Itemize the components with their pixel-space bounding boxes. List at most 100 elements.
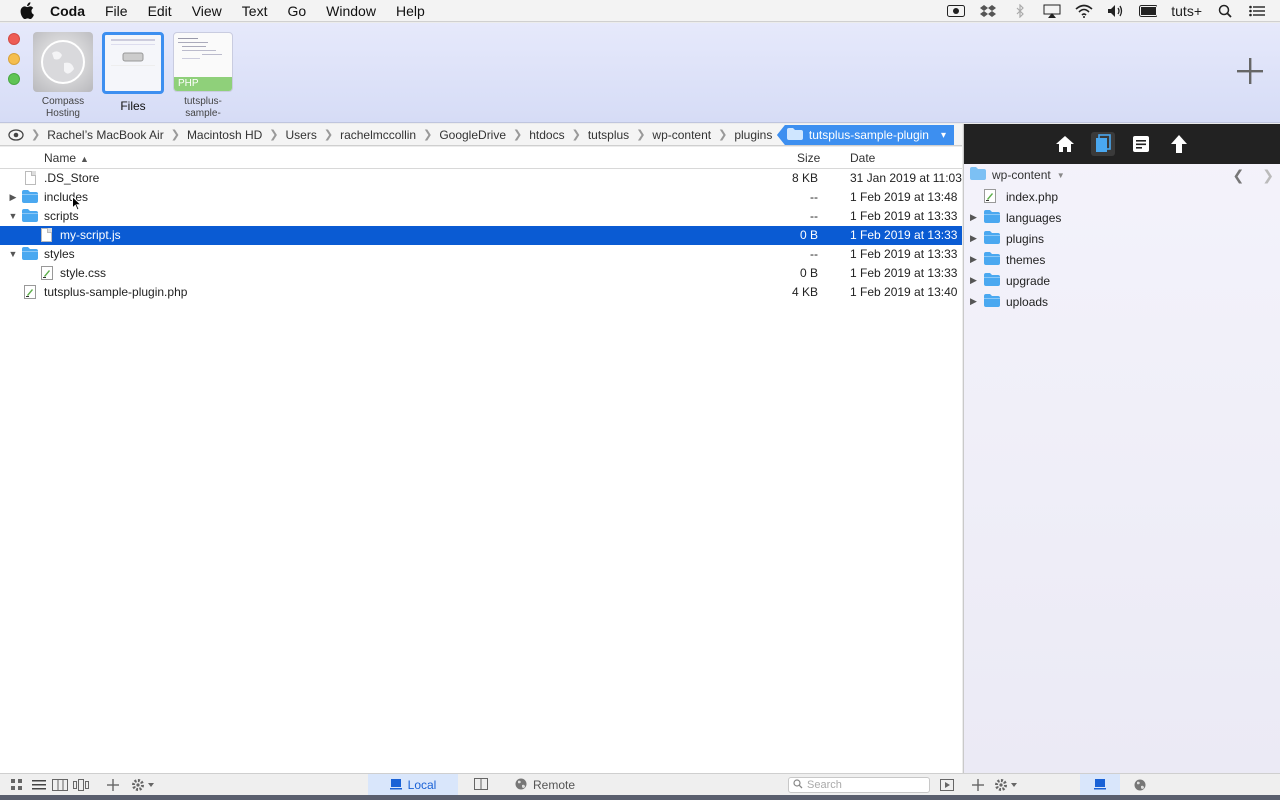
breadcrumb-item[interactable]: tutsplus [588, 128, 629, 142]
sort-ascending-icon: ▲ [80, 153, 89, 164]
breadcrumb-item[interactable]: GoogleDrive [439, 128, 506, 142]
globe-icon[interactable] [1134, 778, 1146, 792]
file-size: -- [810, 190, 818, 204]
breadcrumb-item[interactable]: rachelmccollin [340, 128, 416, 142]
files-icon[interactable] [1091, 132, 1115, 156]
home-icon[interactable] [1053, 132, 1077, 156]
dropbox-icon[interactable] [979, 4, 997, 18]
disclosure-collapsed-icon[interactable]: ▶ [970, 212, 977, 223]
list-item[interactable]: ▶ plugins [964, 228, 1280, 249]
laptop-icon [1094, 778, 1106, 793]
breadcrumb-item[interactable]: wp-content [652, 128, 711, 142]
disclosure-collapsed-icon[interactable]: ▶ [970, 254, 977, 265]
breadcrumb-item[interactable]: htdocs [529, 128, 564, 142]
menu-window[interactable]: Window [326, 3, 376, 19]
maximize-window-button[interactable] [8, 73, 20, 85]
breadcrumb-item[interactable]: plugins [734, 128, 772, 142]
php-file-icon [984, 189, 996, 206]
menu-help[interactable]: Help [396, 3, 425, 19]
eye-icon[interactable] [8, 128, 24, 142]
table-row[interactable]: ▼ styles -- 1 Feb 2019 at 13:33 [0, 245, 962, 264]
disclosure-expanded-icon[interactable]: ▼ [7, 210, 19, 222]
search-input[interactable]: Search [788, 777, 930, 793]
menu-app-coda[interactable]: Coda [50, 3, 85, 19]
table-row[interactable]: tutsplus-sample-plugin.php 4 KB 1 Feb 20… [0, 283, 962, 302]
add-icon[interactable] [972, 778, 984, 792]
table-row-selected[interactable]: my-script.js 0 B 1 Feb 2019 at 13:33 [0, 226, 962, 245]
close-window-button[interactable] [8, 33, 20, 45]
volume-icon[interactable] [1107, 4, 1125, 18]
add-icon[interactable] [107, 778, 119, 792]
list-view-icon[interactable] [32, 778, 46, 792]
list-item[interactable]: index.php [964, 186, 1280, 207]
file-size: 4 KB [791, 285, 818, 299]
wifi-icon[interactable] [1075, 4, 1093, 18]
remote-toggle-button[interactable]: Remote [505, 774, 585, 796]
folder-icon [970, 167, 986, 183]
menu-go[interactable]: Go [287, 3, 306, 19]
sidebar-path-label[interactable]: wp-content [992, 168, 1051, 182]
menu-text[interactable]: Text [242, 3, 268, 19]
disclosure-collapsed-icon[interactable]: ▶ [970, 275, 977, 286]
list-item[interactable]: ▶ upgrade [964, 270, 1280, 291]
disclosure-expanded-icon[interactable]: ▼ [7, 248, 19, 260]
laptop-icon [389, 778, 402, 793]
list-item[interactable]: ▶ themes [964, 249, 1280, 270]
menu-edit[interactable]: Edit [148, 3, 172, 19]
disclosure-collapsed-icon[interactable]: ▶ [7, 191, 19, 203]
column-header-date[interactable]: Date [850, 151, 875, 165]
notification-center-icon[interactable] [1248, 4, 1266, 18]
column-header-size[interactable]: Size [797, 151, 820, 165]
column-view-icon[interactable] [52, 778, 68, 792]
sidebar-panel: wp-content ▼ ❮ ❯ index.php ▶ languages ▶… [963, 124, 1280, 773]
disclosure-collapsed-icon[interactable]: ▶ [970, 233, 977, 244]
gear-menu-icon[interactable] [131, 778, 155, 792]
menu-file[interactable]: File [105, 3, 128, 19]
disclosure-collapsed-icon[interactable]: ▶ [970, 296, 977, 307]
chevron-right-icon[interactable]: ❯ [1262, 167, 1274, 184]
document-icon [41, 228, 57, 242]
breadcrumb-item[interactable]: Rachel’s MacBook Air [47, 128, 164, 142]
table-row[interactable]: ▶ includes -- 1 Feb 2019 at 13:48 [0, 188, 962, 207]
folder-icon [984, 294, 1000, 310]
publish-upload-icon[interactable] [1167, 132, 1191, 156]
file-date: 1 Feb 2019 at 13:40 [850, 285, 958, 299]
breadcrumb-current-folder[interactable]: tutsplus-sample-plugin ▾ [776, 125, 954, 145]
minimize-window-button[interactable] [8, 53, 20, 65]
preview-toggle-icon[interactable] [940, 778, 954, 792]
document-list-icon[interactable] [1129, 132, 1153, 156]
apple-icon[interactable] [18, 2, 36, 20]
list-item[interactable]: ▶ languages [964, 207, 1280, 228]
folder-icon [984, 252, 1000, 268]
chevron-left-icon[interactable]: ❮ [1233, 167, 1245, 184]
breadcrumb-item[interactable]: Macintosh HD [187, 128, 262, 142]
icon-view-icon[interactable] [11, 778, 23, 792]
split-view-button[interactable] [468, 774, 494, 796]
spotlight-search-icon[interactable] [1216, 4, 1234, 18]
local-toggle-button[interactable]: Local [368, 774, 458, 796]
menu-view[interactable]: View [192, 3, 222, 19]
site-tab-files[interactable]: Files [100, 32, 166, 112]
gear-menu-icon[interactable] [994, 778, 1018, 792]
airplay-icon[interactable] [1043, 4, 1061, 18]
cover-flow-view-icon[interactable] [73, 778, 89, 792]
list-item[interactable]: ▶ uploads [964, 291, 1280, 312]
sidebar-local-toggle[interactable] [1080, 774, 1120, 796]
table-row[interactable]: style.css 0 B 1 Feb 2019 at 13:33 [0, 264, 962, 283]
chevron-down-icon[interactable]: ▼ [1057, 171, 1065, 180]
php-badge: PHP [174, 77, 232, 91]
file-list: .DS_Store 8 KB 31 Jan 2019 at 11:03 ▶ in… [0, 169, 962, 302]
column-header-name[interactable]: Name ▲ [44, 151, 89, 165]
table-row[interactable]: .DS_Store 8 KB 31 Jan 2019 at 11:03 [0, 169, 962, 188]
chevron-down-icon[interactable]: ▾ [941, 130, 946, 141]
site-tab-php-file[interactable]: PHP tutsplus-sample- [172, 32, 234, 120]
user-name[interactable]: tuts+ [1171, 3, 1202, 19]
screen-record-icon[interactable] [947, 4, 966, 18]
bluetooth-icon[interactable] [1011, 4, 1029, 18]
site-tab-compass-hosting[interactable]: Compass Hosting [32, 32, 94, 120]
add-tab-button[interactable] [1234, 56, 1266, 88]
table-row[interactable]: ▼ scripts -- 1 Feb 2019 at 13:33 [0, 207, 962, 226]
breadcrumb-item[interactable]: Users [286, 128, 317, 142]
window-controls [8, 33, 20, 85]
battery-icon[interactable] [1139, 4, 1158, 18]
